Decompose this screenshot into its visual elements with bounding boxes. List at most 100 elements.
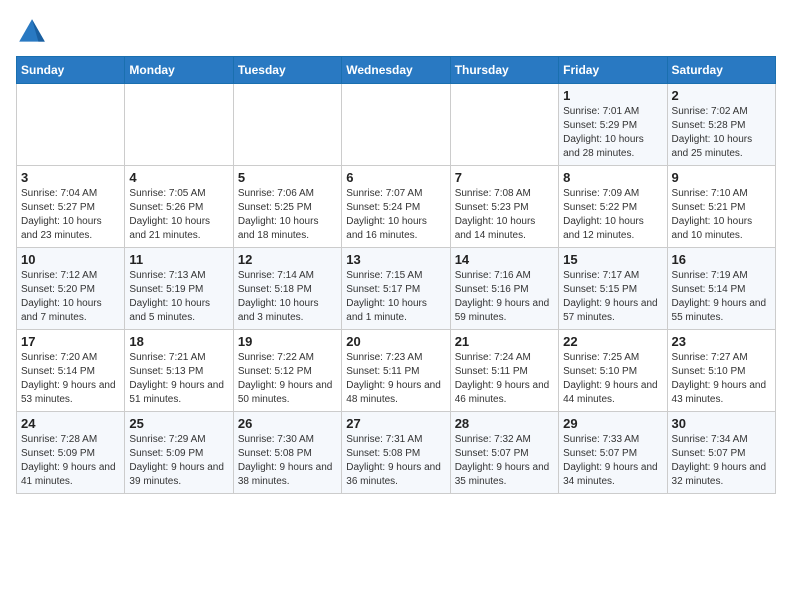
day-number: 7 bbox=[455, 170, 554, 185]
day-number: 29 bbox=[563, 416, 662, 431]
day-info: Sunrise: 7:27 AM Sunset: 5:10 PM Dayligh… bbox=[672, 351, 771, 407]
day-number: 13 bbox=[346, 252, 445, 267]
calendar-cell: 26 Sunrise: 7:30 AM Sunset: 5:08 PM Dayli… bbox=[233, 412, 341, 494]
day-number: 15 bbox=[563, 252, 662, 267]
day-number: 8 bbox=[563, 170, 662, 185]
calendar-cell: 24Sunrise: 7:28 AM Sunset: 5:09 PM Dayli… bbox=[17, 412, 125, 494]
page-header bbox=[16, 16, 776, 48]
day-number: 5 bbox=[238, 170, 337, 185]
day-info: Sunrise: 7:25 AM Sunset: 5:10 PM Dayligh… bbox=[563, 351, 662, 407]
day-info: Sunrise: 7:10 AM Sunset: 5:21 PM Dayligh… bbox=[672, 187, 771, 243]
calendar-week: 24Sunrise: 7:28 AM Sunset: 5:09 PM Dayli… bbox=[17, 412, 776, 494]
day-info: Sunrise: 7:21 AM Sunset: 5:13 PM Dayligh… bbox=[129, 351, 228, 407]
day-info: Sunrise: 7:06 AM Sunset: 5:25 PM Dayligh… bbox=[238, 187, 337, 243]
day-info: Sunrise: 7:28 AM Sunset: 5:09 PM Dayligh… bbox=[21, 433, 120, 489]
day-info: Sunrise: 7:16 AM Sunset: 5:16 PM Dayligh… bbox=[455, 269, 554, 325]
day-info: Sunrise: 7:31 AM Sunset: 5:08 PM Dayligh… bbox=[346, 433, 445, 489]
day-info: Sunrise: 7:32 AM Sunset: 5:07 PM Dayligh… bbox=[455, 433, 554, 489]
weekday-header: Sunday bbox=[17, 57, 125, 84]
day-info: Sunrise: 7:17 AM Sunset: 5:15 PM Dayligh… bbox=[563, 269, 662, 325]
calendar-cell: 2 Sunrise: 7:02 AM Sunset: 5:28 PM Daylig… bbox=[667, 84, 775, 166]
logo bbox=[16, 16, 52, 48]
calendar-header: SundayMondayTuesdayWednesdayThursdayFrid… bbox=[17, 57, 776, 84]
day-number: 22 bbox=[563, 334, 662, 349]
day-number: 26 bbox=[238, 416, 337, 431]
calendar-cell: 12 Sunrise: 7:14 AM Sunset: 5:18 PM Dayli… bbox=[233, 248, 341, 330]
day-info: Sunrise: 7:20 AM Sunset: 5:14 PM Dayligh… bbox=[21, 351, 120, 407]
day-number: 9 bbox=[672, 170, 771, 185]
day-info: Sunrise: 7:29 AM Sunset: 5:09 PM Dayligh… bbox=[129, 433, 228, 489]
calendar-cell: 17 Sunrise: 7:20 AM Sunset: 5:14 PM Dayli… bbox=[17, 330, 125, 412]
day-info: Sunrise: 7:22 AM Sunset: 5:12 PM Dayligh… bbox=[238, 351, 337, 407]
calendar-week: 17 Sunrise: 7:20 AM Sunset: 5:14 PM Dayli… bbox=[17, 330, 776, 412]
calendar-table: SundayMondayTuesdayWednesdayThursdayFrid… bbox=[16, 56, 776, 494]
day-number: 3 bbox=[21, 170, 120, 185]
weekday-header: Monday bbox=[125, 57, 233, 84]
day-number: 10 bbox=[21, 252, 120, 267]
calendar-cell: 23 Sunrise: 7:27 AM Sunset: 5:10 PM Dayli… bbox=[667, 330, 775, 412]
day-info: Sunrise: 7:23 AM Sunset: 5:11 PM Dayligh… bbox=[346, 351, 445, 407]
weekday-header: Thursday bbox=[450, 57, 558, 84]
day-number: 30 bbox=[672, 416, 771, 431]
calendar-cell: 18 Sunrise: 7:21 AM Sunset: 5:13 PM Dayli… bbox=[125, 330, 233, 412]
day-number: 4 bbox=[129, 170, 228, 185]
weekday-header: Tuesday bbox=[233, 57, 341, 84]
day-info: Sunrise: 7:14 AM Sunset: 5:18 PM Dayligh… bbox=[238, 269, 337, 325]
day-info: Sunrise: 7:09 AM Sunset: 5:22 PM Dayligh… bbox=[563, 187, 662, 243]
weekday-header: Wednesday bbox=[342, 57, 450, 84]
day-number: 17 bbox=[21, 334, 120, 349]
day-info: Sunrise: 7:19 AM Sunset: 5:14 PM Dayligh… bbox=[672, 269, 771, 325]
weekday-header: Saturday bbox=[667, 57, 775, 84]
day-info: Sunrise: 7:02 AM Sunset: 5:28 PM Dayligh… bbox=[672, 105, 771, 161]
calendar-cell: 9 Sunrise: 7:10 AM Sunset: 5:21 PM Daylig… bbox=[667, 166, 775, 248]
logo-icon bbox=[16, 16, 48, 48]
calendar-cell: 27Sunrise: 7:31 AM Sunset: 5:08 PM Dayli… bbox=[342, 412, 450, 494]
day-info: Sunrise: 7:08 AM Sunset: 5:23 PM Dayligh… bbox=[455, 187, 554, 243]
calendar-cell: 6Sunrise: 7:07 AM Sunset: 5:24 PM Daylig… bbox=[342, 166, 450, 248]
day-info: Sunrise: 7:13 AM Sunset: 5:19 PM Dayligh… bbox=[129, 269, 228, 325]
day-number: 14 bbox=[455, 252, 554, 267]
calendar-week: 3Sunrise: 7:04 AM Sunset: 5:27 PM Daylig… bbox=[17, 166, 776, 248]
day-number: 2 bbox=[672, 88, 771, 103]
day-info: Sunrise: 7:33 AM Sunset: 5:07 PM Dayligh… bbox=[563, 433, 662, 489]
calendar-week: 1Sunrise: 7:01 AM Sunset: 5:29 PM Daylig… bbox=[17, 84, 776, 166]
day-info: Sunrise: 7:05 AM Sunset: 5:26 PM Dayligh… bbox=[129, 187, 228, 243]
calendar-cell: 11 Sunrise: 7:13 AM Sunset: 5:19 PM Dayli… bbox=[125, 248, 233, 330]
day-number: 25 bbox=[129, 416, 228, 431]
calendar-cell: 21Sunrise: 7:24 AM Sunset: 5:11 PM Dayli… bbox=[450, 330, 558, 412]
day-info: Sunrise: 7:15 AM Sunset: 5:17 PM Dayligh… bbox=[346, 269, 445, 325]
calendar-cell: 4 Sunrise: 7:05 AM Sunset: 5:26 PM Daylig… bbox=[125, 166, 233, 248]
calendar-cell bbox=[450, 84, 558, 166]
calendar-cell: 20Sunrise: 7:23 AM Sunset: 5:11 PM Dayli… bbox=[342, 330, 450, 412]
day-number: 21 bbox=[455, 334, 554, 349]
day-number: 12 bbox=[238, 252, 337, 267]
day-number: 23 bbox=[672, 334, 771, 349]
day-info: Sunrise: 7:34 AM Sunset: 5:07 PM Dayligh… bbox=[672, 433, 771, 489]
calendar-cell: 1Sunrise: 7:01 AM Sunset: 5:29 PM Daylig… bbox=[559, 84, 667, 166]
calendar-cell: 7 Sunrise: 7:08 AM Sunset: 5:23 PM Daylig… bbox=[450, 166, 558, 248]
day-number: 19 bbox=[238, 334, 337, 349]
day-info: Sunrise: 7:30 AM Sunset: 5:08 PM Dayligh… bbox=[238, 433, 337, 489]
calendar-cell bbox=[233, 84, 341, 166]
calendar-week: 10 Sunrise: 7:12 AM Sunset: 5:20 PM Dayli… bbox=[17, 248, 776, 330]
calendar-cell: 8 Sunrise: 7:09 AM Sunset: 5:22 PM Daylig… bbox=[559, 166, 667, 248]
calendar-body: 1Sunrise: 7:01 AM Sunset: 5:29 PM Daylig… bbox=[17, 84, 776, 494]
day-number: 18 bbox=[129, 334, 228, 349]
calendar-cell bbox=[342, 84, 450, 166]
day-number: 16 bbox=[672, 252, 771, 267]
calendar-cell: 10 Sunrise: 7:12 AM Sunset: 5:20 PM Dayli… bbox=[17, 248, 125, 330]
calendar-cell: 16 Sunrise: 7:19 AM Sunset: 5:14 PM Dayli… bbox=[667, 248, 775, 330]
calendar-cell: 29 Sunrise: 7:33 AM Sunset: 5:07 PM Dayli… bbox=[559, 412, 667, 494]
day-number: 28 bbox=[455, 416, 554, 431]
calendar-cell: 22 Sunrise: 7:25 AM Sunset: 5:10 PM Dayli… bbox=[559, 330, 667, 412]
day-info: Sunrise: 7:12 AM Sunset: 5:20 PM Dayligh… bbox=[21, 269, 120, 325]
calendar-cell: 15 Sunrise: 7:17 AM Sunset: 5:15 PM Dayli… bbox=[559, 248, 667, 330]
day-info: Sunrise: 7:07 AM Sunset: 5:24 PM Dayligh… bbox=[346, 187, 445, 243]
calendar-cell: 25 Sunrise: 7:29 AM Sunset: 5:09 PM Dayli… bbox=[125, 412, 233, 494]
day-number: 11 bbox=[129, 252, 228, 267]
calendar-cell: 14 Sunrise: 7:16 AM Sunset: 5:16 PM Dayli… bbox=[450, 248, 558, 330]
calendar-cell: 30 Sunrise: 7:34 AM Sunset: 5:07 PM Dayli… bbox=[667, 412, 775, 494]
calendar-cell bbox=[125, 84, 233, 166]
weekday-header: Friday bbox=[559, 57, 667, 84]
calendar-cell bbox=[17, 84, 125, 166]
